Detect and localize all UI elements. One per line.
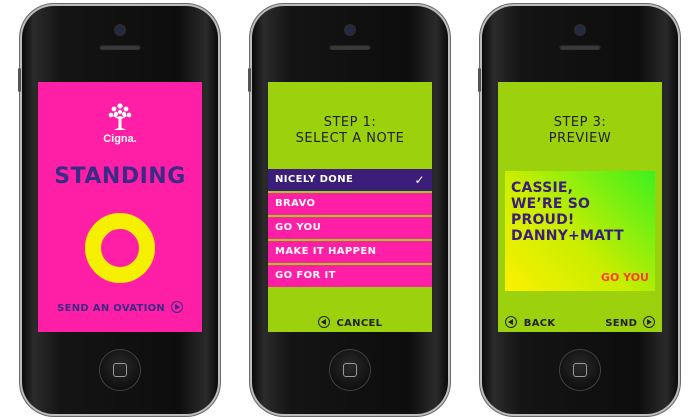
back-button[interactable]: BACK <box>505 316 555 329</box>
note-item-nicely-done[interactable]: NICELY DONE ✓ <box>268 169 432 191</box>
front-camera <box>576 26 584 34</box>
earpiece-speaker <box>99 44 141 50</box>
logo-text: Cigna. <box>103 133 137 145</box>
message-line: WE’RE SO <box>511 196 591 212</box>
note-item-go-you[interactable]: GO YOU <box>268 217 432 239</box>
note-item-go-for-it[interactable]: GO FOR IT <box>268 265 432 287</box>
cigna-tree-icon <box>108 103 132 130</box>
step-description: PREVIEW <box>548 131 612 146</box>
ring-shape <box>85 213 155 283</box>
note-item-bravo[interactable]: BRAVO <box>268 193 432 215</box>
step-title: STEP 1: SELECT A NOTE <box>268 115 432 147</box>
send-button[interactable]: SEND <box>605 316 655 329</box>
note-label: NICELY DONE <box>275 174 354 185</box>
cancel-button[interactable]: CANCEL <box>268 316 432 329</box>
home-square-icon <box>573 363 587 377</box>
arrow-left-circle-icon <box>505 316 517 328</box>
back-label: BACK <box>523 318 556 329</box>
front-camera <box>116 26 124 34</box>
home-button[interactable] <box>330 350 370 390</box>
send-ovation-button[interactable]: SEND AN OVATION <box>38 301 202 314</box>
earpiece-speaker <box>559 44 601 50</box>
arrow-right-circle-icon <box>643 316 655 328</box>
headline: STANDING <box>54 164 186 189</box>
screen-select-note: STEP 1: SELECT A NOTE NICELY DONE ✓ BRAV… <box>268 82 432 332</box>
step-number: STEP 1: <box>323 115 377 130</box>
front-camera <box>346 26 354 34</box>
preview-card: CASSIE, WE’RE SO PROUD! DANNY+MATT GO YO… <box>505 171 655 291</box>
cancel-label: CANCEL <box>336 318 383 329</box>
send-ovation-label: SEND AN OVATION <box>57 303 166 314</box>
home-button[interactable] <box>100 350 140 390</box>
message-line: PROUD! <box>511 212 575 228</box>
send-label: SEND <box>605 318 638 329</box>
phone-3: STEP 3: PREVIEW CASSIE, WE’RE SO PROUD! … <box>478 6 678 414</box>
message-line: DANNY+MATT <box>511 228 624 244</box>
phone-1: Cigna. STANDING SEND AN OVATION <box>18 6 218 414</box>
step-number: STEP 3: <box>553 115 607 130</box>
note-label: BRAVO <box>275 198 316 209</box>
note-label: MAKE IT HAPPEN <box>275 246 377 257</box>
home-button[interactable] <box>560 350 600 390</box>
note-label: GO FOR IT <box>275 270 336 281</box>
note-item-make-it-happen[interactable]: MAKE IT HAPPEN <box>268 241 432 263</box>
phone-2: STEP 1: SELECT A NOTE NICELY DONE ✓ BRAV… <box>248 6 448 414</box>
screen-standing-ovation: Cigna. STANDING SEND AN OVATION <box>38 82 202 332</box>
note-label: GO YOU <box>275 222 322 233</box>
checkmark-icon: ✓ <box>414 173 425 187</box>
step-title: STEP 3: PREVIEW <box>498 115 662 147</box>
card-note-tag: GO YOU <box>600 271 649 284</box>
cigna-logo: Cigna. <box>98 102 142 145</box>
message-line: CASSIE, <box>511 180 574 196</box>
home-square-icon <box>113 363 127 377</box>
note-list: NICELY DONE ✓ BRAVO GO YOU MAKE IT HAPPE… <box>268 169 432 289</box>
home-square-icon <box>343 363 357 377</box>
arrow-right-circle-icon <box>170 301 183 313</box>
screen-preview: STEP 3: PREVIEW CASSIE, WE’RE SO PROUD! … <box>498 82 662 332</box>
step-description: SELECT A NOTE <box>295 131 405 146</box>
earpiece-speaker <box>329 44 371 50</box>
preview-message: CASSIE, WE’RE SO PROUD! DANNY+MATT <box>511 180 651 244</box>
arrow-left-circle-icon <box>317 316 330 328</box>
